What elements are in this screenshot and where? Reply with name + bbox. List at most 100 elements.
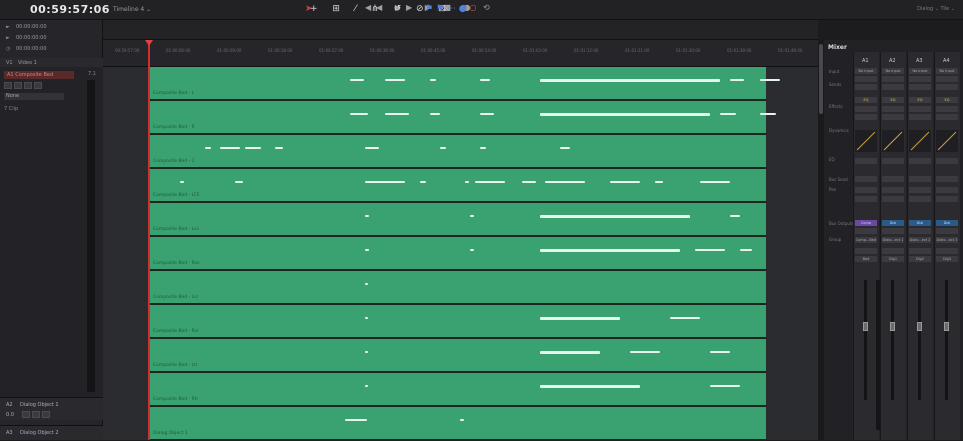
bus-output-selector[interactable]: Dial: [882, 220, 904, 226]
bus-send-slot[interactable]: [882, 176, 904, 182]
lane-separator: [150, 99, 766, 101]
eq-button[interactable]: EQ: [882, 97, 904, 103]
dynamics-graph[interactable]: [909, 130, 931, 152]
pan-control[interactable]: [909, 196, 931, 202]
scrollbar-thumb[interactable]: [819, 44, 823, 114]
solo-mute-buttons[interactable]: [855, 248, 877, 254]
lane-label: Dialog Object 1: [153, 431, 188, 436]
pan-control[interactable]: [855, 196, 877, 202]
flag-icon[interactable]: ⚑ ⚑ ⋯ ●: [425, 4, 467, 14]
audio-clip[interactable]: Composite Bed - L Composite Bed - R Compos…: [150, 67, 780, 441]
eq-button[interactable]: EQ: [855, 97, 877, 103]
bus-output-selector[interactable]: Dial: [909, 220, 931, 226]
input-selector[interactable]: No Input: [936, 68, 958, 74]
input-selector[interactable]: No Input: [882, 68, 904, 74]
timeline-dropdown[interactable]: Timeline 4 ⌄: [113, 6, 151, 13]
timeline-ruler[interactable]: 00:59:57:06 01:00:06:00 01:00:09:00 01:00:1…: [103, 40, 818, 67]
eq-curve[interactable]: [936, 158, 958, 164]
input-selector[interactable]: No Input: [909, 68, 931, 74]
bus-output-slot[interactable]: [936, 228, 958, 234]
pan-control[interactable]: [882, 196, 904, 202]
eq-curve[interactable]: [909, 158, 931, 164]
bus-output-slot[interactable]: [909, 228, 931, 234]
pan-control[interactable]: [936, 196, 958, 202]
send-slot[interactable]: [936, 84, 958, 90]
effect-slot[interactable]: [855, 114, 877, 120]
lane-separator: [150, 337, 766, 339]
lane-separator: [150, 269, 766, 271]
waveform: [205, 147, 211, 149]
view-options[interactable]: Dialog ⌄ Tile ⌄: [917, 6, 955, 12]
eq-button[interactable]: EQ: [909, 97, 931, 103]
bus-output-slot[interactable]: [882, 228, 904, 234]
group-selector[interactable]: Dialo...ect 3: [936, 237, 958, 243]
pan-control[interactable]: [855, 187, 877, 193]
send-slot[interactable]: [909, 76, 931, 82]
bus-output-slot[interactable]: [855, 228, 877, 234]
effect-slot[interactable]: [936, 106, 958, 112]
send-slot[interactable]: [855, 76, 877, 82]
fader-knob[interactable]: [863, 322, 868, 331]
bus-output-selector[interactable]: Comp: [855, 220, 877, 226]
patch-dropdown[interactable]: None: [4, 93, 64, 100]
send-slot[interactable]: [909, 84, 931, 90]
bus-send-slot[interactable]: [936, 176, 958, 182]
effect-slot[interactable]: [909, 114, 931, 120]
waveform: [420, 181, 426, 183]
volume-value[interactable]: [4, 82, 12, 89]
volume-fader-track[interactable]: [864, 280, 867, 400]
track-v1-header[interactable]: V1 Video 1: [0, 58, 103, 67]
track-a1-name[interactable]: A1 Composite Bed: [4, 71, 74, 79]
group-selector[interactable]: Comp...Bed: [855, 237, 877, 243]
effect-slot[interactable]: [882, 106, 904, 112]
pan-control[interactable]: [936, 187, 958, 193]
record-button[interactable]: [14, 82, 22, 89]
dynamics-graph[interactable]: [936, 130, 958, 152]
effect-slot[interactable]: [855, 106, 877, 112]
waveform: [365, 351, 368, 353]
bus-send-slot[interactable]: [909, 176, 931, 182]
bus-output-selector[interactable]: Dial: [936, 220, 958, 226]
effect-slot[interactable]: [936, 114, 958, 120]
volume-fader-track[interactable]: [945, 280, 948, 400]
send-slot[interactable]: [882, 84, 904, 90]
fader-knob[interactable]: [890, 322, 895, 331]
lane-label: Composite Bed - Rsr: [153, 329, 199, 334]
input-selector[interactable]: No Input: [855, 68, 877, 74]
track-a2-header[interactable]: A2 Dialog Object 1 0.0: [0, 397, 103, 420]
mute-button[interactable]: [34, 82, 42, 89]
ruler-tick-label: 01:01:30:00: [676, 48, 701, 53]
solo-mute-buttons[interactable]: [882, 248, 904, 254]
bus-send-slot[interactable]: [855, 176, 877, 182]
group-selector[interactable]: Dialo...ect 2: [909, 237, 931, 243]
fader-knob[interactable]: [917, 322, 922, 331]
group-selector[interactable]: Dialo...ect 1: [882, 237, 904, 243]
send-slot[interactable]: [936, 76, 958, 82]
playhead-handle-icon[interactable]: [145, 40, 153, 46]
playhead[interactable]: [148, 40, 150, 440]
record-button[interactable]: [22, 411, 30, 418]
eq-curve[interactable]: [882, 158, 904, 164]
solo-mute-buttons[interactable]: [936, 248, 958, 254]
effect-slot[interactable]: [882, 114, 904, 120]
volume-fader-track[interactable]: [918, 280, 921, 400]
dynamics-graph[interactable]: [855, 130, 877, 152]
effect-slot[interactable]: [909, 106, 931, 112]
solo-button[interactable]: [24, 82, 32, 89]
dynamics-graph[interactable]: [882, 130, 904, 152]
send-slot[interactable]: [855, 84, 877, 90]
volume-fader-track[interactable]: [891, 280, 894, 400]
solo-mute-buttons[interactable]: [909, 248, 931, 254]
volume-value[interactable]: 0.0: [6, 412, 14, 418]
send-slot[interactable]: [882, 76, 904, 82]
waveform: [430, 113, 440, 115]
mute-button[interactable]: [42, 411, 50, 418]
eq-curve[interactable]: [855, 158, 877, 164]
solo-button[interactable]: [32, 411, 40, 418]
pan-control[interactable]: [909, 187, 931, 193]
eq-button[interactable]: EQ: [936, 97, 958, 103]
lane-separator: [150, 235, 766, 237]
pan-control[interactable]: [882, 187, 904, 193]
track-a3-header[interactable]: A3 Dialog Object 2: [0, 425, 103, 440]
fader-knob[interactable]: [944, 322, 949, 331]
